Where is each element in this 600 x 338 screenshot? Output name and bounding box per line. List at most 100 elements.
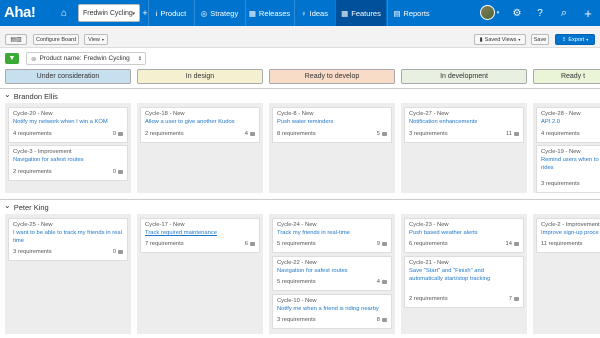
card-requirements: 3 requirements [13, 249, 52, 256]
feature-card[interactable]: Cycle-27 - New Notification enhancements 3… [404, 107, 524, 143]
feature-card[interactable]: Cycle-23 - New Push based weather alerts 6… [404, 218, 524, 253]
comment-count: 0 [112, 131, 116, 138]
card-title[interactable]: Notify me when a friend is riding nearby [277, 306, 387, 314]
card-requirements: 5 requirements [277, 241, 316, 248]
card-comments[interactable]: 8 [377, 317, 387, 325]
comment-count: 5 [376, 131, 380, 138]
card-id: Cycle-10 - New [277, 298, 317, 304]
card-id: Cycle-20 - New [13, 111, 53, 117]
add-icon[interactable]: + [576, 0, 600, 26]
comment-icon [250, 131, 255, 136]
card-comments[interactable]: 0 [113, 131, 123, 139]
nav-strategy-label: Strategy [210, 8, 239, 18]
column-header[interactable]: In design [137, 69, 263, 84]
card-title[interactable]: Push based weather alerts [409, 230, 519, 238]
card-comments[interactable]: 5 [377, 131, 387, 139]
card-title[interactable]: Remind users when to rides [541, 157, 600, 173]
column-header[interactable]: Ready t [533, 69, 600, 84]
card-id: Cycle-27 - New [409, 111, 449, 117]
calendar-icon: ▦ [248, 8, 256, 18]
filter-pill-product[interactable]: ⊗ Product name: Fredwin Cycling ⇕ [26, 52, 146, 65]
feature-card[interactable]: Cycle-17 - New Track required maintenance… [140, 218, 260, 253]
card-comments[interactable]: 6 [245, 241, 255, 249]
card-title[interactable]: Improve sign-up proce [541, 230, 600, 238]
card-title[interactable]: API 2.0 [541, 119, 600, 127]
group-header[interactable]: ⌄ Peter King [0, 200, 600, 214]
card-title[interactable]: Track my friends in real-time [277, 230, 387, 238]
card-comments[interactable]: 4 [377, 279, 387, 287]
group-header[interactable]: ⌄ Brandon Ellis [0, 89, 600, 103]
chart-icon: ▤ [393, 8, 401, 18]
feature-card[interactable]: Cycle-21 - New Save "Start" and "Finish" … [404, 256, 524, 308]
card-comments[interactable]: 0 [113, 169, 123, 177]
comment-icon [514, 131, 519, 136]
card-comments[interactable]: 0 [113, 249, 123, 257]
feature-card[interactable]: Cycle-25 - New I want to be able to track… [8, 218, 128, 261]
card-title[interactable]: I want to be able to track my friends in… [13, 230, 123, 246]
card-comments[interactable]: 4 [245, 131, 255, 139]
card-comments[interactable]: 9 [377, 241, 387, 249]
saved-views-dropdown[interactable]: ▮ Saved Views ▾ [474, 34, 526, 45]
comment-icon [382, 241, 387, 246]
nav-features[interactable]: ▦ Features [335, 0, 386, 26]
comment-icon [382, 317, 387, 322]
feature-card[interactable]: Cycle-10 - New Notify me when a friend is… [272, 294, 392, 329]
nav-releases[interactable]: ▦ Releases [245, 0, 293, 26]
card-title[interactable]: Navigation for safest routes [277, 268, 387, 276]
comment-icon [382, 131, 387, 136]
column-header[interactable]: In development [401, 69, 527, 84]
feature-card[interactable]: Cycle-28 - New API 2.0 4 requirements [536, 107, 600, 143]
card-comments[interactable]: 7 [509, 296, 519, 304]
card-title[interactable]: Track required maintenance [145, 230, 255, 238]
column-header[interactable]: Under consideration [5, 69, 131, 84]
chevron-down-icon[interactable]: ▾ [494, 0, 502, 26]
home-icon[interactable]: ⌂ [52, 0, 76, 26]
card-requirements: 11 requirements [541, 241, 583, 248]
nav-product[interactable]: i Product [148, 0, 193, 26]
nav-strategy[interactable]: ◎ Strategy [194, 0, 244, 26]
feature-card[interactable]: Cycle-19 - New Remind users when to rides… [536, 145, 600, 193]
card-title[interactable]: Push water reminders [277, 119, 387, 127]
nav-product-label: Product [160, 8, 187, 18]
card-comments[interactable]: 11 [506, 131, 519, 139]
export-icon: ⇪ [561, 36, 567, 43]
chevron-down-icon: ▾ [586, 37, 589, 42]
nav-features-label: Features [351, 8, 381, 18]
comment-icon [382, 279, 387, 284]
filter-icon[interactable]: ▼ [5, 53, 19, 64]
view-dropdown[interactable]: View ▾ [84, 34, 108, 45]
card-requirements: 2 requirements [13, 169, 52, 176]
search-icon[interactable]: ⌕ [552, 0, 576, 26]
column-header[interactable]: Ready to develop [269, 69, 395, 84]
aha-logo[interactable]: Aha! [4, 4, 50, 22]
view-toggle[interactable]: ▤▥ [5, 34, 27, 45]
feature-card[interactable]: Cycle-18 - New Allow a user to give anoth… [140, 107, 260, 143]
workspace-select[interactable]: Fredwin Cycling ▾ [78, 4, 140, 22]
card-comments[interactable]: 14 [506, 241, 519, 249]
card-id: Cycle-3 - Improvement [13, 149, 72, 155]
avatar[interactable] [480, 5, 495, 20]
feature-card[interactable]: Cycle-24 - New Track my friends in real-t… [272, 218, 392, 253]
close-icon[interactable]: ⊗ [31, 55, 36, 63]
feature-card[interactable]: Cycle-8 - New Push water reminders 8 requi… [272, 107, 392, 143]
nav-ideas[interactable]: ♀ Ideas [294, 0, 334, 26]
card-title[interactable]: Notify my network when I win a KOM [13, 119, 123, 127]
help-icon[interactable]: ? [528, 0, 552, 26]
export-button[interactable]: ⇪ Export ▾ [555, 34, 595, 45]
feature-card[interactable]: Cycle-20 - New Notify my network when I w… [8, 107, 128, 143]
card-title[interactable]: Notification enhancements [409, 119, 519, 127]
configure-board-button[interactable]: Configure Board [33, 34, 79, 45]
feature-card[interactable]: Cycle-22 - New Navigation for safest rout… [272, 256, 392, 291]
chevron-updown-icon: ⇕ [137, 55, 142, 62]
card-requirements: 7 requirements [145, 241, 184, 248]
save-button[interactable]: Save [531, 34, 549, 45]
card-title[interactable]: Save "Start" and "Finish" and automatica… [409, 268, 519, 284]
card-title[interactable]: Navigation for safest routes [13, 157, 123, 165]
card-title[interactable]: Allow a user to give another Kudos [145, 119, 255, 127]
feature-card[interactable]: Cycle-3 - Improvement Navigation for safe… [8, 145, 128, 181]
info-icon: i [155, 8, 158, 18]
comment-count: 9 [376, 241, 380, 248]
feature-card[interactable]: Cycle-2 - Improvement Improve sign-up pro… [536, 218, 600, 253]
settings-icon[interactable]: ⚙ [505, 0, 529, 26]
nav-reports[interactable]: ▤ Reports [387, 0, 435, 26]
